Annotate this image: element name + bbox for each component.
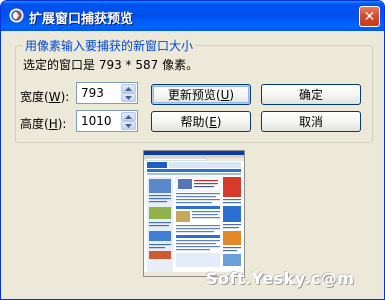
update-preview-prefix: 更新预览(	[167, 88, 221, 102]
dialog-window: 扩展窗口捕获预览 ✕ 用像素输入要捕获的新窗口大小 选定的窗口是 793 * 5…	[0, 0, 385, 300]
close-icon: ✕	[363, 8, 376, 25]
height-spin-up-button[interactable]	[121, 112, 136, 121]
height-input[interactable]: 1010	[81, 114, 112, 128]
help-button[interactable]: 帮助(E)	[151, 111, 251, 132]
update-preview-button[interactable]: 更新预览(U)	[151, 84, 251, 105]
app-icon	[8, 7, 25, 24]
watermark: Soft.Yesky.c@m	[206, 269, 355, 288]
update-preview-suffix: )	[229, 88, 235, 102]
arrow-down-icon	[125, 123, 132, 128]
height-label-suffix: ):	[57, 117, 67, 131]
height-spin-down-button[interactable]	[121, 121, 136, 130]
height-label-key: H	[48, 117, 58, 131]
width-input[interactable]: 793	[81, 86, 104, 100]
help-prefix: 帮助(	[180, 115, 210, 129]
width-label-key: W	[48, 90, 61, 104]
height-label: 高度(H):	[20, 115, 66, 132]
help-suffix: )	[216, 115, 222, 129]
arrow-up-icon	[125, 114, 132, 119]
capture-preview-thumbnail	[143, 150, 245, 277]
ok-label: 确定	[298, 88, 323, 102]
arrow-up-icon	[125, 86, 132, 91]
title-bar[interactable]: 扩展窗口捕获预览 ✕	[1, 1, 384, 31]
help-label: 帮助(E)	[181, 113, 222, 130]
preview-webpage-image	[144, 151, 244, 276]
cancel-button[interactable]: 取消	[261, 111, 361, 132]
help-key: E	[209, 115, 217, 129]
selected-size-info: 选定的窗口是 793 * 587 像素。	[23, 58, 199, 72]
window-title: 扩展窗口捕获预览	[29, 12, 134, 27]
height-label-prefix: 高度(	[20, 117, 49, 131]
width-spin-up-button[interactable]	[121, 84, 136, 93]
height-spinner[interactable]: 1010	[76, 110, 138, 132]
width-spinner[interactable]: 793	[76, 82, 138, 104]
arrow-down-icon	[125, 95, 132, 100]
width-label-prefix: 宽度(	[20, 90, 49, 104]
width-spin-down-button[interactable]	[121, 93, 136, 102]
close-button[interactable]: ✕	[359, 6, 380, 27]
width-label-suffix: ):	[60, 90, 70, 104]
width-label: 宽度(W):	[20, 88, 69, 105]
cancel-label: 取消	[298, 115, 323, 129]
groupbox-caption: 用像素输入要捕获的新窗口大小	[23, 37, 196, 54]
ok-button[interactable]: 确定	[261, 84, 361, 105]
update-preview-label: 更新预览(U)	[168, 86, 234, 103]
